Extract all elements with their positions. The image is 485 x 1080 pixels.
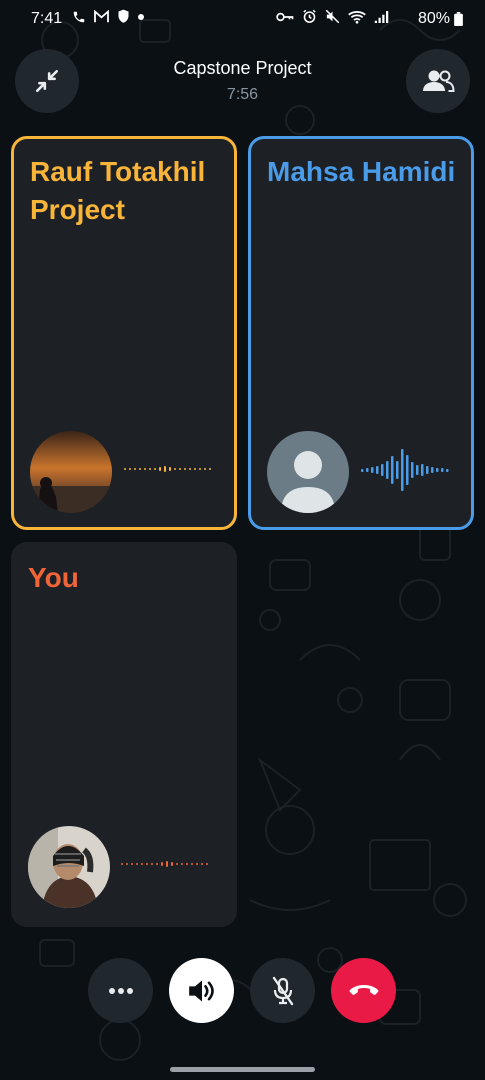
status-time: 7:41 xyxy=(31,10,63,27)
mic-off-icon xyxy=(272,976,293,1005)
audio-wave xyxy=(124,466,211,472)
audio-wave xyxy=(361,449,449,491)
mute-mic-button[interactable] xyxy=(250,958,315,1023)
participant-name: Mahsa Hamidi xyxy=(267,156,456,187)
status-bar: 7:41 80% xyxy=(0,0,485,38)
shield-icon xyxy=(118,9,129,23)
end-call-button[interactable] xyxy=(331,958,396,1023)
dot-icon xyxy=(138,13,144,20)
end-call-icon xyxy=(349,984,378,995)
wifi-icon xyxy=(348,10,366,24)
battery-level: 80% xyxy=(417,10,450,27)
participant-name: Rauf Totakhil Project xyxy=(30,156,206,225)
more-options-button[interactable] xyxy=(88,958,153,1023)
participants-button[interactable] xyxy=(406,49,470,113)
participant-tile-rauf[interactable]: Rauf Totakhil Project xyxy=(11,136,237,530)
avatar xyxy=(267,431,349,513)
key-icon xyxy=(276,12,294,21)
alarm-icon xyxy=(303,9,316,23)
signal-icon xyxy=(374,10,389,23)
avatar xyxy=(28,826,110,908)
mute-icon xyxy=(325,9,340,24)
gmail-icon xyxy=(94,10,109,23)
home-gesture-bar[interactable] xyxy=(170,1067,315,1072)
audio-wave xyxy=(121,861,208,867)
avatar xyxy=(30,431,112,513)
speaker-icon xyxy=(188,980,214,1001)
default-avatar-icon xyxy=(267,431,349,513)
participants-icon xyxy=(423,70,455,92)
speaker-button[interactable] xyxy=(169,958,234,1023)
phone-icon xyxy=(73,11,85,22)
more-icon xyxy=(108,987,133,994)
participant-tile-mahsa[interactable]: Mahsa Hamidi xyxy=(248,136,474,530)
battery-icon xyxy=(454,12,463,26)
participant-tile-you[interactable]: You xyxy=(11,542,237,927)
participant-name: You xyxy=(28,562,79,593)
